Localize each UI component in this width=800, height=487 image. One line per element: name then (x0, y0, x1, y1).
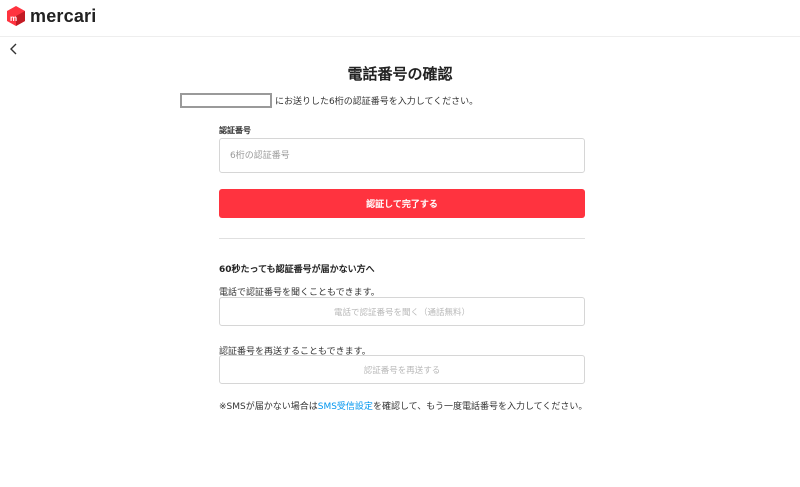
verify-and-complete-button[interactable]: 認証して完了する (219, 189, 585, 218)
mercari-logo[interactable]: m mercari (6, 5, 96, 27)
note-suffix: を確認して、もう一度電話番号を入力してください。 (372, 402, 588, 412)
section-divider (219, 238, 585, 239)
description-row: にお送りした6桁の認証番号を入力してください。 (180, 93, 478, 108)
code-field-label: 認証番号 (219, 126, 251, 135)
call-for-code-button[interactable]: 電話で認証番号を聞く（通話無料） (219, 297, 585, 326)
resend-code-button[interactable]: 認証番号を再送する (219, 355, 585, 384)
redacted-phone-number (180, 93, 272, 108)
description-text: にお送りした6桁の認証番号を入力してください。 (275, 97, 479, 107)
chevron-left-icon[interactable] (8, 42, 20, 56)
sms-settings-link[interactable]: SMS受信設定 (318, 402, 373, 412)
verification-code-input[interactable] (219, 138, 585, 173)
svg-text:m: m (10, 14, 17, 23)
sms-note: ※SMSが届かない場合はSMS受信設定を確認して、もう一度電話番号を入力してくだ… (219, 401, 589, 414)
page-title: 電話番号の確認 (347, 65, 453, 83)
note-prefix: ※SMSが届かない場合は (219, 402, 318, 412)
logo-text: mercari (30, 5, 97, 26)
mercari-logo-icon: m (7, 6, 25, 26)
help-heading: 60秒たっても認証番号が届かない方へ (219, 265, 375, 275)
top-header: m mercari (0, 0, 800, 37)
